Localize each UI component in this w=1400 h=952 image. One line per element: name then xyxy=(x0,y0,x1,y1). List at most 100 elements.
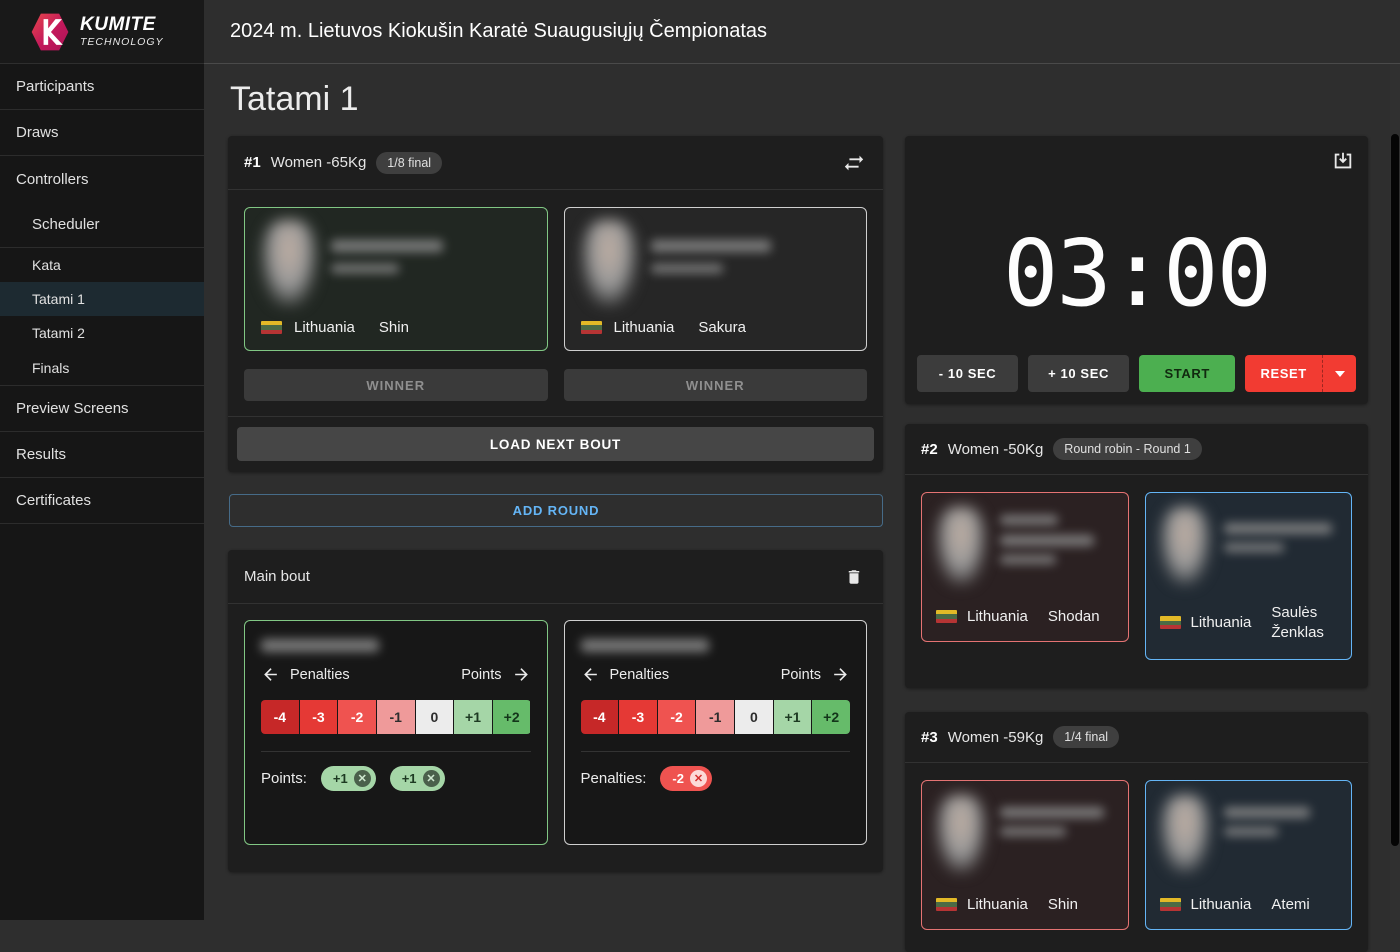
fighter-club: Saulės Ženklas xyxy=(1271,603,1357,644)
fighter-name-blurred xyxy=(1000,515,1058,525)
bout-category: Women -50Kg xyxy=(948,441,1044,458)
sidebar-item-kata[interactable]: Kata xyxy=(0,248,204,282)
fighter-card-right[interactable]: Lithuania Sakura xyxy=(564,207,868,351)
score-minus3-button[interactable]: -3 xyxy=(300,700,338,734)
reset-button-group: RESET xyxy=(1245,355,1356,392)
fighter-card-left[interactable]: Lithuania Shin xyxy=(244,207,548,351)
fighter-club: Shodan xyxy=(1048,608,1100,625)
score-minus4-button[interactable]: -4 xyxy=(261,700,299,734)
fighter-info-blurred xyxy=(1224,827,1278,836)
remove-chip-icon[interactable]: ✕ xyxy=(423,770,440,787)
score-minus2-button[interactable]: -2 xyxy=(658,700,696,734)
timer-output-icon[interactable] xyxy=(1330,148,1356,174)
chip-value: +1 xyxy=(333,771,348,786)
scoring-panel-right: Penalties Points -4 -3 -2 -1 0 +1 +2 Pen… xyxy=(564,620,868,845)
swap-fighters-icon[interactable] xyxy=(841,150,867,176)
fighter-card-red[interactable]: Lithuania Shodan xyxy=(921,492,1129,642)
lithuania-flag-icon xyxy=(261,321,282,334)
scrollbar-thumb[interactable] xyxy=(1391,134,1399,846)
current-bout-card: #1 Women -65Kg 1/8 final Lithuania Shin … xyxy=(228,136,883,472)
fighter-name-blurred xyxy=(651,240,771,252)
brand-name: KUMITE xyxy=(80,15,164,34)
remove-chip-icon[interactable]: ✕ xyxy=(354,770,371,787)
sidebar-item-participants[interactable]: Participants xyxy=(0,64,204,110)
point-chip[interactable]: +1 ✕ xyxy=(321,766,376,791)
bout-number: #2 xyxy=(921,441,938,458)
point-chip[interactable]: +1 ✕ xyxy=(390,766,445,791)
delete-round-icon[interactable] xyxy=(841,564,867,590)
sidebar-item-label: Tatami 1 xyxy=(32,291,85,307)
sidebar-item-label: Controllers xyxy=(16,171,89,188)
fighter-card-red[interactable]: Lithuania Shin xyxy=(921,780,1129,930)
sidebar-item-tatami-2[interactable]: Tatami 2 xyxy=(0,316,204,350)
fighter-photo xyxy=(261,220,317,306)
score-minus1-button[interactable]: -1 xyxy=(377,700,415,734)
score-plus1-button[interactable]: +1 xyxy=(774,700,812,734)
fighter-card-blue[interactable]: Lithuania Atemi xyxy=(1145,780,1353,930)
brand-tagline: TECHNOLOGY xyxy=(80,37,164,48)
lithuania-flag-icon xyxy=(936,610,957,623)
fighter-country: Lithuania xyxy=(1191,614,1252,631)
score-plus2-button[interactable]: +2 xyxy=(493,700,531,734)
fighter-name-blurred xyxy=(261,639,379,652)
fighter-card-blue[interactable]: Lithuania Saulės Ženklas xyxy=(1145,492,1353,660)
bout-number: #1 xyxy=(244,154,261,171)
sidebar-item-certificates[interactable]: Certificates xyxy=(0,478,204,524)
current-bout-header: #1 Women -65Kg 1/8 final xyxy=(228,136,883,190)
scrollbar-track[interactable] xyxy=(1390,64,1400,920)
fighter-photo xyxy=(1160,795,1210,873)
score-zero-button[interactable]: 0 xyxy=(735,700,773,734)
score-plus2-button[interactable]: +2 xyxy=(812,700,850,734)
sidebar-item-draws[interactable]: Draws xyxy=(0,110,204,156)
score-minus3-button[interactable]: -3 xyxy=(619,700,657,734)
timer-display: 03:00 xyxy=(905,220,1368,327)
upcoming-bout-card-3: #3 Women -59Kg 1/4 final Lithuania Shin … xyxy=(905,712,1368,952)
sidebar-item-preview-screens[interactable]: Preview Screens xyxy=(0,386,204,432)
page-title: Tatami 1 xyxy=(230,80,359,119)
score-minus1-button[interactable]: -1 xyxy=(696,700,734,734)
fighter-country: Lithuania xyxy=(967,608,1028,625)
kumite-logo-icon xyxy=(28,10,72,54)
fighter-info-blurred xyxy=(651,264,723,273)
sidebar-item-results[interactable]: Results xyxy=(0,432,204,478)
timer-card: 03:00 - 10 SEC + 10 SEC START RESET xyxy=(905,136,1368,404)
score-minus4-button[interactable]: -4 xyxy=(581,700,619,734)
sidebar-item-finals[interactable]: Finals xyxy=(0,350,204,386)
sidebar-item-label: Participants xyxy=(16,78,94,95)
minus-10-sec-button[interactable]: - 10 SEC xyxy=(917,355,1018,392)
reset-dropdown-button[interactable] xyxy=(1322,355,1356,392)
chevron-down-icon xyxy=(1335,371,1345,377)
fighter-info-blurred xyxy=(1224,543,1284,552)
reset-button[interactable]: RESET xyxy=(1245,355,1322,392)
fighter-country: Lithuania xyxy=(294,319,355,336)
bout-stage-badge: 1/4 final xyxy=(1053,726,1119,748)
start-button[interactable]: START xyxy=(1139,355,1235,392)
bout-category: Women -59Kg xyxy=(948,729,1044,746)
arrow-right-icon xyxy=(512,665,531,684)
score-plus1-button[interactable]: +1 xyxy=(454,700,492,734)
sidebar-item-scheduler[interactable]: Scheduler xyxy=(0,202,204,248)
score-minus2-button[interactable]: -2 xyxy=(338,700,376,734)
penalty-chip[interactable]: -2 ✕ xyxy=(660,766,712,791)
fighter-photo xyxy=(936,507,986,585)
fighter-country: Lithuania xyxy=(967,896,1028,913)
plus-10-sec-button[interactable]: + 10 SEC xyxy=(1028,355,1129,392)
load-next-bout-button[interactable]: LOAD NEXT BOUT xyxy=(237,427,874,461)
lithuania-flag-icon xyxy=(1160,898,1181,911)
fighter-name-blurred xyxy=(1000,535,1094,546)
sidebar-item-tatami-1[interactable]: Tatami 1 xyxy=(0,282,204,316)
fighter-club: Shin xyxy=(379,319,409,336)
fighter-info-blurred xyxy=(1000,555,1056,564)
add-round-button[interactable]: ADD ROUND xyxy=(229,494,883,527)
score-zero-button[interactable]: 0 xyxy=(416,700,454,734)
fighter-name-blurred xyxy=(1000,807,1104,818)
sidebar-item-label: Preview Screens xyxy=(16,400,129,417)
sidebar-item-controllers[interactable]: Controllers xyxy=(0,156,204,202)
winner-button-right[interactable]: WINNER xyxy=(564,369,868,401)
scoring-panel-left: Penalties Points -4 -3 -2 -1 0 +1 +2 Poi… xyxy=(244,620,548,845)
score-scale: -4 -3 -2 -1 0 +1 +2 xyxy=(261,700,531,734)
fighter-name-blurred xyxy=(331,240,443,252)
winner-button-left[interactable]: WINNER xyxy=(244,369,548,401)
fighter-country: Lithuania xyxy=(1191,896,1252,913)
remove-chip-icon[interactable]: ✕ xyxy=(690,770,707,787)
